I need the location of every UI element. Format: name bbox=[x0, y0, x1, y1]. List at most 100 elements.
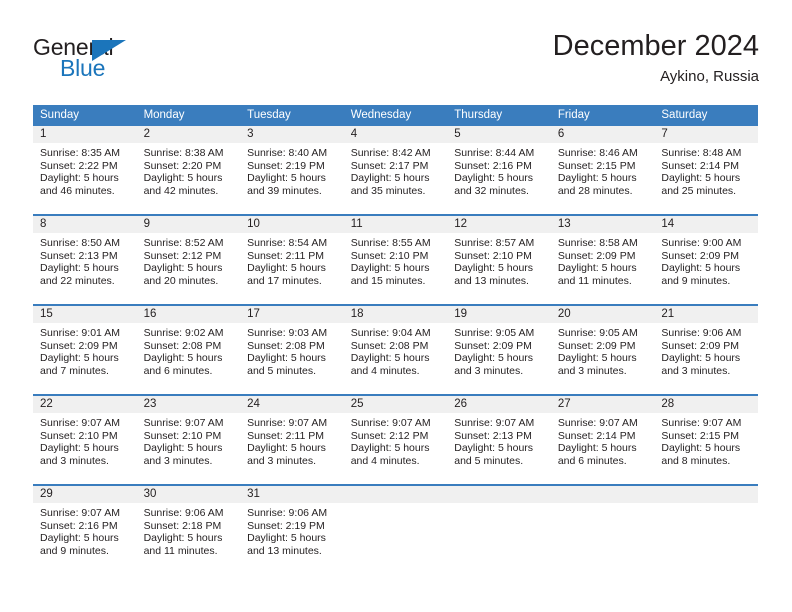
day-cell[interactable]: 5 Sunrise: 8:44 AM Sunset: 2:16 PM Dayli… bbox=[447, 126, 551, 215]
sunset-text: Sunset: 2:10 PM bbox=[350, 249, 429, 262]
sunset-text: Sunset: 2:19 PM bbox=[247, 519, 325, 532]
sunset-text: Sunset: 2:09 PM bbox=[661, 249, 740, 262]
day-cell[interactable]: 3 Sunrise: 8:40 AM Sunset: 2:19 PM Dayli… bbox=[240, 126, 344, 215]
day-cell[interactable]: 26 Sunrise: 9:07 AM Sunset: 2:13 PM Dayl… bbox=[447, 394, 551, 485]
day-cell[interactable]: 30 Sunrise: 9:06 AM Sunset: 2:18 PM Dayl… bbox=[136, 484, 241, 574]
sunrise-text: Sunrise: 8:58 AM bbox=[557, 237, 638, 249]
daylight-text-line2: and 5 minutes. bbox=[454, 454, 524, 467]
day-cell[interactable]: 9 Sunrise: 8:52 AM Sunset: 2:12 PM Dayli… bbox=[136, 214, 241, 305]
day-details: Sunrise: 9:04 AM Sunset: 2:08 PM Dayligh… bbox=[344, 323, 448, 377]
day-cell[interactable]: 25 Sunrise: 9:07 AM Sunset: 2:12 PM Dayl… bbox=[343, 394, 448, 485]
sunrise-text: Sunrise: 8:54 AM bbox=[247, 237, 328, 249]
day-cell[interactable]: 29 Sunrise: 9:07 AM Sunset: 2:16 PM Dayl… bbox=[33, 484, 137, 574]
page-header: General Blue December 2024 Aykino, Russi… bbox=[33, 28, 759, 96]
day-details: Sunrise: 8:54 AM Sunset: 2:11 PM Dayligh… bbox=[240, 233, 344, 287]
day-number: 25 bbox=[343, 396, 448, 413]
daylight-text-line2: and 3 minutes. bbox=[661, 364, 731, 377]
day-cell-empty bbox=[550, 484, 655, 574]
day-cell[interactable]: 6 Sunrise: 8:46 AM Sunset: 2:15 PM Dayli… bbox=[550, 126, 655, 215]
day-cell[interactable]: 7 Sunrise: 8:48 AM Sunset: 2:14 PM Dayli… bbox=[654, 126, 758, 215]
weekday-header-sunday: Sunday bbox=[33, 105, 137, 126]
daylight-text-line2: and 20 minutes. bbox=[143, 274, 219, 287]
daylight-text-line2: and 7 minutes. bbox=[40, 364, 109, 377]
sunrise-text: Sunrise: 8:50 AM bbox=[40, 237, 120, 249]
daylight-text-line1: Daylight: 5 hours bbox=[40, 442, 119, 455]
sunset-text: Sunset: 2:15 PM bbox=[557, 159, 636, 172]
sunrise-text: Sunrise: 9:00 AM bbox=[661, 237, 742, 249]
sunset-text: Sunset: 2:08 PM bbox=[143, 339, 222, 352]
day-number: 1 bbox=[33, 126, 137, 143]
sunset-text: Sunset: 2:12 PM bbox=[143, 249, 222, 262]
daylight-text-line2: and 13 minutes. bbox=[247, 544, 322, 557]
title-block: December 2024 Aykino, Russia bbox=[553, 28, 759, 88]
sunrise-text: Sunrise: 9:07 AM bbox=[40, 417, 120, 429]
day-number: 2 bbox=[136, 126, 241, 143]
daylight-text-line2: and 25 minutes. bbox=[661, 184, 737, 197]
day-cell[interactable]: 4 Sunrise: 8:42 AM Sunset: 2:17 PM Dayli… bbox=[343, 126, 448, 215]
day-cell[interactable]: 16 Sunrise: 9:02 AM Sunset: 2:08 PM Dayl… bbox=[136, 304, 241, 395]
daylight-text-line1: Daylight: 5 hours bbox=[661, 352, 741, 365]
day-cell[interactable]: 28 Sunrise: 9:07 AM Sunset: 2:15 PM Dayl… bbox=[654, 394, 758, 485]
day-cell[interactable]: 2 Sunrise: 8:38 AM Sunset: 2:20 PM Dayli… bbox=[136, 126, 241, 215]
weekday-header-friday: Friday bbox=[550, 105, 655, 126]
daylight-text-line1: Daylight: 5 hours bbox=[557, 352, 637, 365]
day-number: 4 bbox=[343, 126, 448, 143]
day-details: Sunrise: 8:52 AM Sunset: 2:12 PM Dayligh… bbox=[137, 233, 241, 287]
day-cell[interactable]: 1 Sunrise: 8:35 AM Sunset: 2:22 PM Dayli… bbox=[33, 126, 137, 215]
day-number: 20 bbox=[550, 306, 655, 323]
day-details: Sunrise: 8:50 AM Sunset: 2:13 PM Dayligh… bbox=[33, 233, 137, 287]
day-cell[interactable]: 21 Sunrise: 9:06 AM Sunset: 2:09 PM Dayl… bbox=[654, 304, 758, 395]
day-cell[interactable]: 23 Sunrise: 9:07 AM Sunset: 2:10 PM Dayl… bbox=[136, 394, 241, 485]
day-number: 8 bbox=[33, 216, 137, 233]
day-cell[interactable]: 15 Sunrise: 9:01 AM Sunset: 2:09 PM Dayl… bbox=[33, 304, 137, 395]
sunset-text: Sunset: 2:10 PM bbox=[454, 249, 532, 262]
day-cell[interactable]: 27 Sunrise: 9:07 AM Sunset: 2:14 PM Dayl… bbox=[550, 394, 655, 485]
day-details: Sunrise: 9:05 AM Sunset: 2:09 PM Dayligh… bbox=[447, 323, 551, 377]
day-details: Sunrise: 8:46 AM Sunset: 2:15 PM Dayligh… bbox=[551, 143, 655, 197]
daylight-text-line2: and 3 minutes. bbox=[247, 454, 317, 467]
sunset-text: Sunset: 2:16 PM bbox=[454, 159, 532, 172]
day-number bbox=[550, 486, 655, 503]
sunrise-text: Sunrise: 9:07 AM bbox=[40, 507, 120, 519]
day-details: Sunrise: 8:57 AM Sunset: 2:10 PM Dayligh… bbox=[447, 233, 551, 287]
day-cell[interactable]: 20 Sunrise: 9:05 AM Sunset: 2:09 PM Dayl… bbox=[550, 304, 655, 395]
brand-logo[interactable]: General Blue bbox=[33, 34, 263, 94]
calendar-week-row: 8 Sunrise: 8:50 AM Sunset: 2:13 PM Dayli… bbox=[33, 214, 758, 305]
daylight-text-line1: Daylight: 5 hours bbox=[40, 172, 119, 185]
sunrise-text: Sunrise: 9:02 AM bbox=[143, 327, 224, 339]
day-cell[interactable]: 11 Sunrise: 8:55 AM Sunset: 2:10 PM Dayl… bbox=[343, 214, 448, 305]
day-cell[interactable]: 22 Sunrise: 9:07 AM Sunset: 2:10 PM Dayl… bbox=[33, 394, 137, 485]
daylight-text-line1: Daylight: 5 hours bbox=[557, 262, 637, 275]
weekday-header-row: Sunday Monday Tuesday Wednesday Thursday… bbox=[33, 105, 758, 126]
day-number: 9 bbox=[136, 216, 241, 233]
day-cell[interactable]: 18 Sunrise: 9:04 AM Sunset: 2:08 PM Dayl… bbox=[343, 304, 448, 395]
day-cell[interactable]: 24 Sunrise: 9:07 AM Sunset: 2:11 PM Dayl… bbox=[240, 394, 344, 485]
day-number: 11 bbox=[343, 216, 448, 233]
sunrise-text: Sunrise: 9:04 AM bbox=[350, 327, 431, 339]
sunrise-text: Sunrise: 9:06 AM bbox=[661, 327, 742, 339]
day-number: 7 bbox=[654, 126, 758, 143]
daylight-text-line2: and 11 minutes. bbox=[143, 544, 218, 557]
sunrise-text: Sunrise: 8:40 AM bbox=[247, 147, 328, 159]
day-details: Sunrise: 8:40 AM Sunset: 2:19 PM Dayligh… bbox=[240, 143, 344, 197]
day-cell[interactable]: 8 Sunrise: 8:50 AM Sunset: 2:13 PM Dayli… bbox=[33, 214, 137, 305]
day-cell[interactable]: 13 Sunrise: 8:58 AM Sunset: 2:09 PM Dayl… bbox=[550, 214, 655, 305]
daylight-text-line2: and 3 minutes. bbox=[143, 454, 213, 467]
daylight-text-line2: and 9 minutes. bbox=[40, 544, 109, 557]
sunset-text: Sunset: 2:08 PM bbox=[350, 339, 429, 352]
day-cell[interactable]: 31 Sunrise: 9:06 AM Sunset: 2:19 PM Dayl… bbox=[240, 484, 344, 574]
day-cell[interactable]: 14 Sunrise: 9:00 AM Sunset: 2:09 PM Dayl… bbox=[654, 214, 758, 305]
daylight-text-line1: Daylight: 5 hours bbox=[454, 172, 534, 185]
weekday-header-thursday: Thursday bbox=[447, 105, 551, 126]
day-cell[interactable]: 19 Sunrise: 9:05 AM Sunset: 2:09 PM Dayl… bbox=[447, 304, 551, 395]
day-cell[interactable]: 17 Sunrise: 9:03 AM Sunset: 2:08 PM Dayl… bbox=[240, 304, 344, 395]
day-cell[interactable]: 12 Sunrise: 8:57 AM Sunset: 2:10 PM Dayl… bbox=[447, 214, 551, 305]
day-cell[interactable]: 10 Sunrise: 8:54 AM Sunset: 2:11 PM Dayl… bbox=[240, 214, 344, 305]
day-number: 30 bbox=[136, 486, 241, 503]
day-number: 18 bbox=[343, 306, 448, 323]
daylight-text-line2: and 3 minutes. bbox=[454, 364, 524, 377]
day-number bbox=[654, 486, 758, 503]
sunset-text: Sunset: 2:10 PM bbox=[143, 429, 222, 442]
sunrise-text: Sunrise: 9:07 AM bbox=[557, 417, 638, 429]
daylight-text-line2: and 17 minutes. bbox=[247, 274, 322, 287]
